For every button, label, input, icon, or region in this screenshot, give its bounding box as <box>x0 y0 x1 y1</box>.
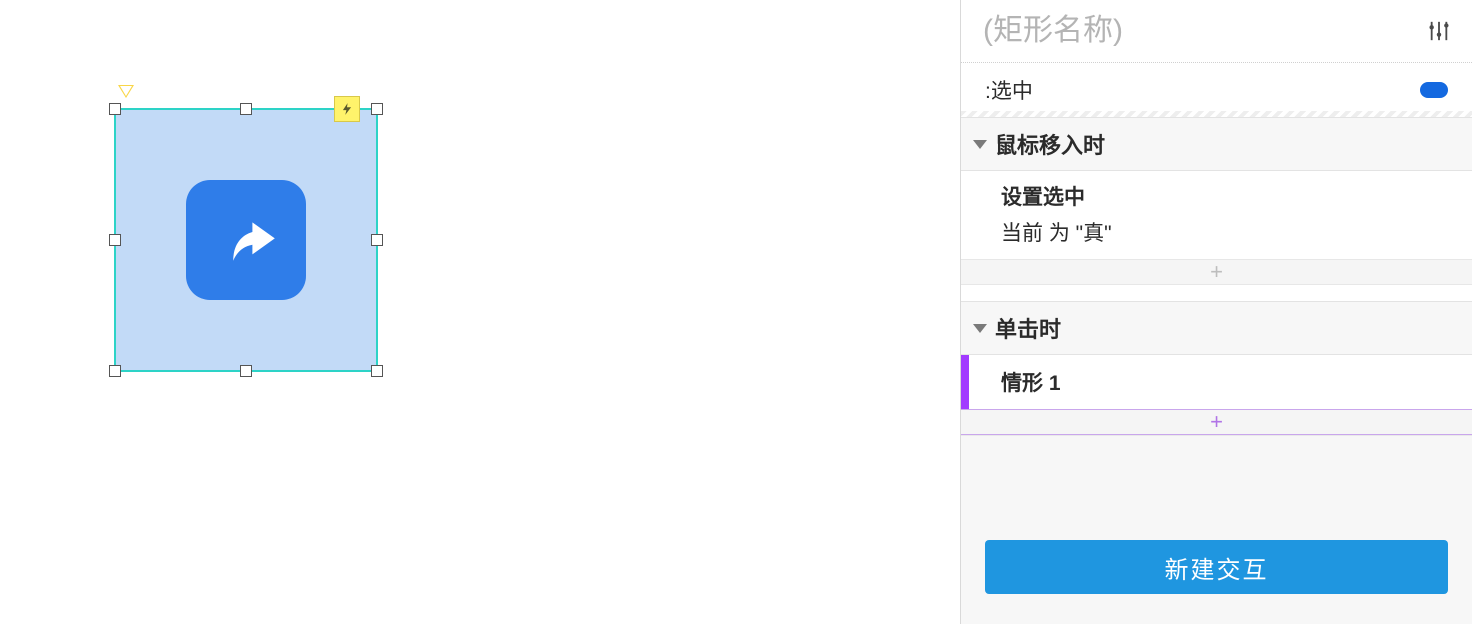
add-case-button[interactable]: + <box>961 409 1472 435</box>
element-name-input[interactable] <box>983 14 1418 48</box>
case-row[interactable]: 情形 1 <box>961 355 1472 409</box>
footnote-marker-icon[interactable] <box>118 85 134 98</box>
resize-handle-sw[interactable] <box>109 365 121 377</box>
resize-handle-nw[interactable] <box>109 103 121 115</box>
resize-handle-ne[interactable] <box>371 103 383 115</box>
resize-handle-se[interactable] <box>371 365 383 377</box>
resize-handle-n[interactable] <box>240 103 252 115</box>
resize-handle-e[interactable] <box>371 234 383 246</box>
resize-handle-s[interactable] <box>240 365 252 377</box>
chevron-down-icon <box>973 324 987 333</box>
element-name-row <box>961 0 1472 63</box>
add-action-button[interactable]: + <box>961 259 1472 285</box>
event-title: 单击时 <box>995 312 1061 344</box>
state-selected-row[interactable]: :选中 <box>961 63 1472 117</box>
action-title[interactable]: 设置选中 <box>961 171 1472 215</box>
state-label: :选中 <box>985 75 1033 105</box>
resize-handle-w[interactable] <box>109 234 121 246</box>
share-arrow-icon <box>186 180 306 300</box>
event-header-click[interactable]: 单击时 <box>961 301 1472 355</box>
footer: 新建交互 <box>961 522 1472 624</box>
state-toggle[interactable] <box>1420 82 1448 98</box>
interaction-badge-icon[interactable] <box>334 96 360 122</box>
event-header-mouseenter[interactable]: 鼠标移入时 <box>961 117 1472 171</box>
new-interaction-button[interactable]: 新建交互 <box>985 540 1448 594</box>
canvas[interactable] <box>0 0 960 624</box>
selected-rectangle[interactable] <box>114 108 378 372</box>
case-label: 情形 1 <box>1001 367 1061 397</box>
settings-sliders-icon[interactable] <box>1428 20 1450 42</box>
chevron-down-icon <box>973 140 987 149</box>
action-detail[interactable]: 当前 为 "真" <box>961 215 1472 259</box>
inspector-panel: :选中 鼠标移入时 设置选中 当前 为 "真" + 单击时 情形 1 + 新建交… <box>960 0 1472 624</box>
event-title: 鼠标移入时 <box>995 128 1105 160</box>
